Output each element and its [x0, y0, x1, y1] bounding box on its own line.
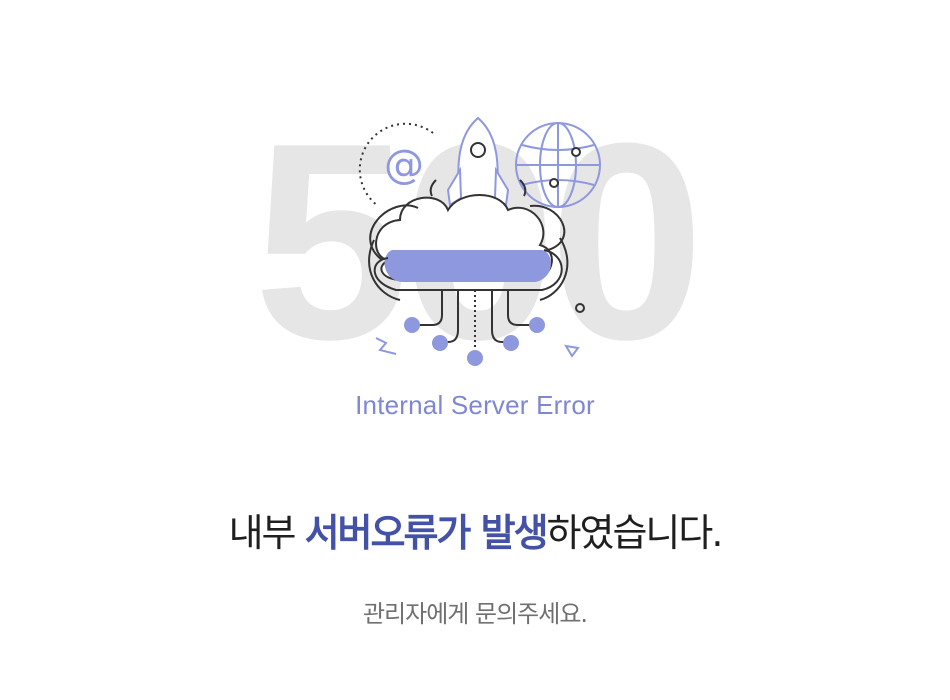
- cloud-icon: [368, 194, 569, 301]
- at-symbol: @: [384, 142, 424, 188]
- headline-part-1: 내부: [228, 511, 305, 555]
- headline-highlight: 서버오류가 발생: [304, 511, 549, 555]
- error-subtitle: Internal Server Error: [355, 390, 595, 420]
- globe-icon: [515, 122, 601, 208]
- error-headline: 내부 서버오류가 발생하였습니다.: [0, 502, 950, 557]
- headline-part-3: 하였습니다.: [546, 511, 724, 555]
- contact-admin-notice: 관리자에게 문의주세요.: [362, 600, 588, 628]
- server-error-illustration: @: [358, 116, 601, 366]
- email-icon: @: [358, 122, 434, 207]
